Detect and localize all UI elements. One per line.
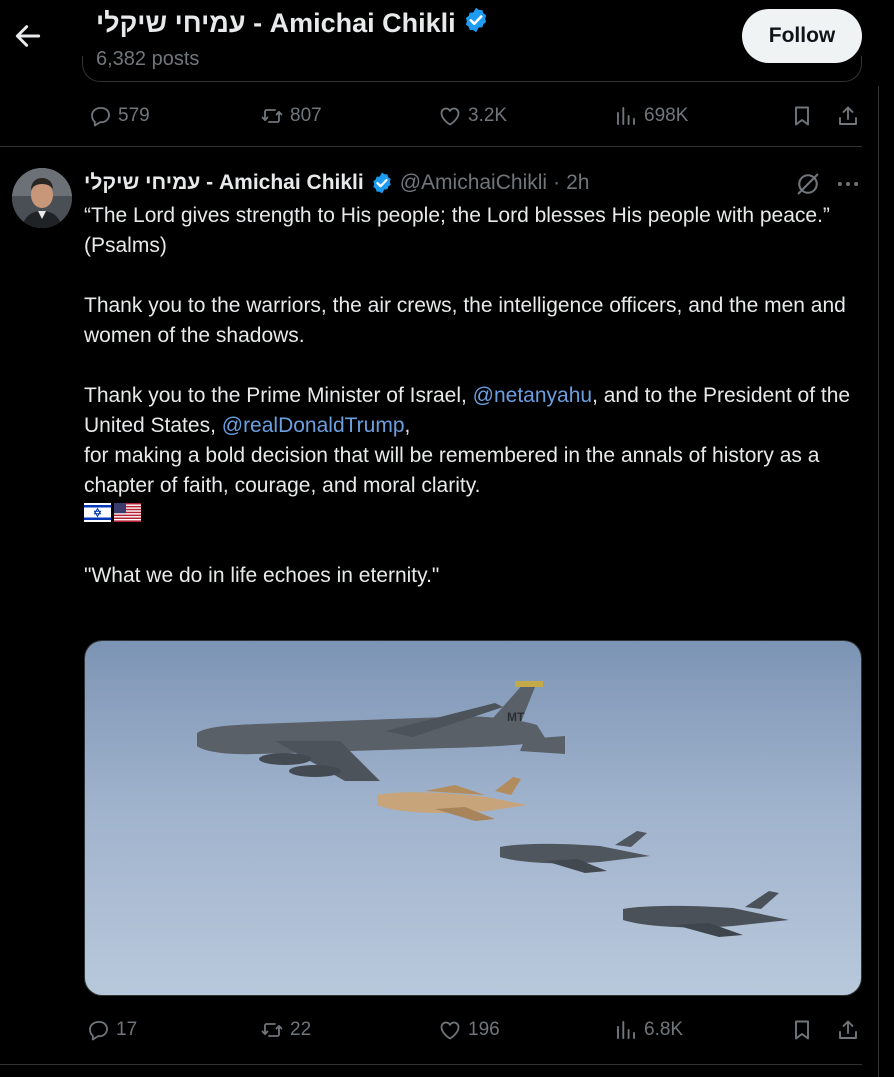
flag-emojis <box>84 501 864 531</box>
previous-post-actions: 579 807 3.2K 698K <box>84 99 864 133</box>
tweet-line-source: (Psalms) <box>84 234 167 257</box>
reply-icon <box>91 107 110 127</box>
tweet-line-thanks-leaders: Thank you to the Prime Minister of Israe… <box>84 381 864 441</box>
post-time[interactable]: 2h <box>566 171 589 195</box>
like-action[interactable]: 196 <box>438 1013 500 1047</box>
header-display-name: עמיחי שיקלי - Amichai Chikli <box>96 6 490 41</box>
usa-flag-icon <box>114 501 141 531</box>
repost-action[interactable]: 807 <box>260 99 322 133</box>
share-button[interactable] <box>836 99 860 133</box>
like-count: 196 <box>468 1019 500 1040</box>
tweet-line-quote: “The Lord gives strength to His people; … <box>84 204 830 227</box>
follow-button[interactable]: Follow <box>742 9 862 63</box>
views-action[interactable]: 6.8K <box>614 1013 683 1047</box>
views-chart-icon <box>617 1021 635 1039</box>
repost-action[interactable]: 22 <box>260 1013 311 1047</box>
bookmark-icon <box>795 106 809 126</box>
bookmark-icon <box>795 1020 809 1040</box>
text-segment: Thank you to the Prime Minister of Israe… <box>84 384 473 407</box>
heart-icon <box>440 107 460 126</box>
share-icon <box>839 106 857 125</box>
tweet-header: עמיחי שיקלי - Amichai Chikli @AmichaiChi… <box>84 168 589 198</box>
israel-flag-icon <box>84 501 111 531</box>
tweet-line-decision: for making a bold decision that will be … <box>84 444 820 497</box>
like-count: 3.2K <box>468 105 508 126</box>
back-arrow-icon[interactable] <box>12 20 44 52</box>
reply-icon <box>89 1021 108 1041</box>
verified-badge-icon <box>370 171 394 195</box>
grok-icon[interactable] <box>794 170 822 198</box>
like-action[interactable]: 3.2K <box>438 99 507 133</box>
verified-badge-icon <box>462 6 490 41</box>
mention-netanyahu-link[interactable]: @netanyahu <box>473 384 592 407</box>
post-divider <box>0 1064 862 1065</box>
views-count: 698K <box>644 105 689 126</box>
tweet-line-thanks-warriors: Thank you to the warriors, the air crews… <box>84 294 846 347</box>
reply-count: 579 <box>118 105 150 126</box>
reply-action[interactable]: 17 <box>86 1013 137 1047</box>
aircraft-formation-image: MT <box>85 641 861 995</box>
share-button[interactable] <box>836 1013 860 1047</box>
text-segment: , <box>404 414 411 437</box>
tweet-line-closing-quote: "What we do in life echoes in eternity." <box>84 564 440 587</box>
post-divider <box>0 146 862 147</box>
svg-text:MT: MT <box>507 710 525 724</box>
views-chart-icon <box>617 107 635 125</box>
tweet-body: “The Lord gives strength to His people; … <box>84 201 864 591</box>
profile-header: עמיחי שיקלי - Amichai Chikli 6,382 posts… <box>0 0 894 86</box>
column-border <box>878 0 879 1077</box>
header-name-text: עמיחי שיקלי - Amichai Chikli <box>96 8 456 38</box>
repost-icon <box>261 109 283 123</box>
repost-icon <box>261 1023 283 1037</box>
avatar[interactable] <box>12 168 72 228</box>
mention-trump-link[interactable]: @realDonaldTrump <box>222 414 405 437</box>
views-action[interactable]: 698K <box>614 99 688 133</box>
heart-icon <box>440 1021 460 1040</box>
post-count: 6,382 posts <box>96 48 200 70</box>
reply-action[interactable]: 579 <box>88 99 150 133</box>
separator-dot: · <box>553 171 561 194</box>
author-handle[interactable]: @AmichaiChikli <box>400 171 547 195</box>
author-name[interactable]: עמיחי שיקלי - Amichai Chikli <box>84 171 364 195</box>
repost-count: 22 <box>290 1019 312 1040</box>
bookmark-button[interactable] <box>790 1013 814 1047</box>
reply-count: 17 <box>116 1019 138 1040</box>
views-count: 6.8K <box>644 1019 684 1040</box>
bookmark-button[interactable] <box>790 99 814 133</box>
tweet-actions: 17 22 196 6.8K <box>84 1013 864 1047</box>
tweet-image[interactable]: MT <box>84 640 862 996</box>
repost-count: 807 <box>290 105 322 126</box>
more-options-icon[interactable] <box>834 170 862 198</box>
share-icon <box>839 1020 857 1039</box>
